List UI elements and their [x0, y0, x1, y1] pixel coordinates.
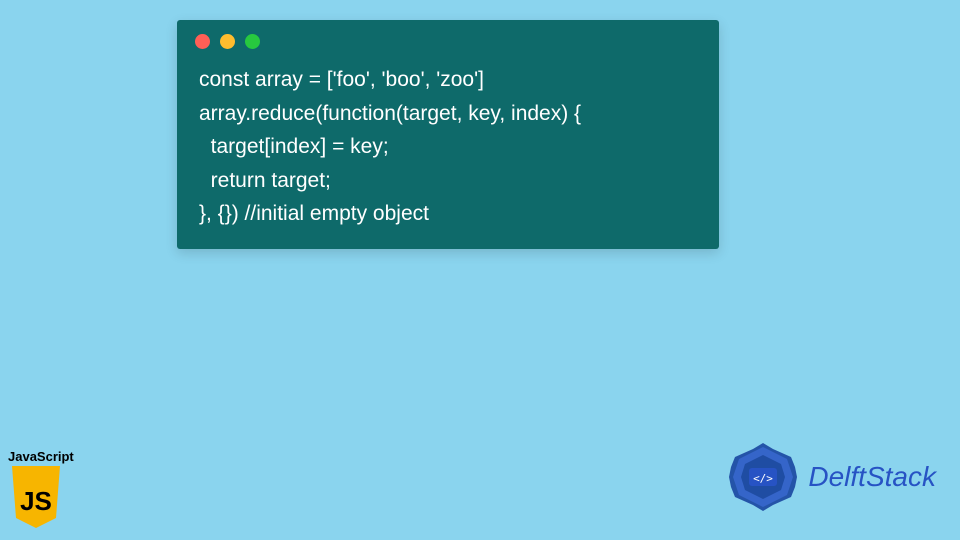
javascript-shield-icon: JS: [8, 466, 64, 528]
code-window: const array = ['foo', 'boo', 'zoo'] arra…: [177, 20, 719, 249]
svg-text:JS: JS: [20, 486, 52, 516]
close-icon: [195, 34, 210, 49]
maximize-icon: [245, 34, 260, 49]
delftstack-logo-icon: </>: [724, 438, 802, 516]
brand-name: DelftStack: [808, 461, 936, 493]
window-controls: [195, 34, 701, 49]
svg-text:</>: </>: [753, 472, 773, 485]
javascript-label: JavaScript: [8, 449, 74, 464]
code-block: const array = ['foo', 'boo', 'zoo'] arra…: [195, 63, 701, 231]
minimize-icon: [220, 34, 235, 49]
javascript-badge: JavaScript JS: [8, 449, 74, 528]
delftstack-brand: </> DelftStack: [724, 438, 936, 516]
